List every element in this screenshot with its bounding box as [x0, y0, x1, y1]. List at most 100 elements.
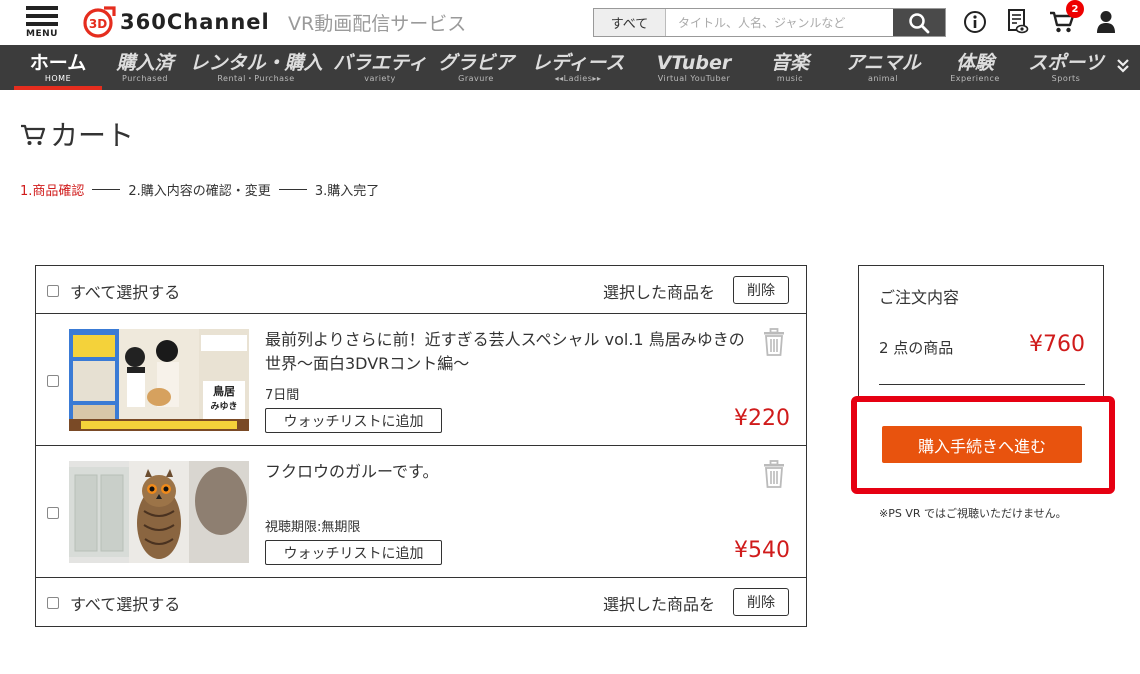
delete-selected-button[interactable]: 削除 — [733, 588, 789, 616]
cart-item: 鳥居 みゆき 最前列よりさらに前！近すぎる芸人スペシャル vol.1 鳥居みゆき… — [36, 314, 806, 446]
nav-item-animal[interactable]: アニマル animal — [836, 45, 930, 90]
item-price: ¥220 — [734, 406, 790, 431]
select-all-checkbox[interactable] — [47, 285, 59, 297]
checkout-steps: 1.商品確認 2.購入内容の確認・変更 3.購入完了 — [20, 180, 379, 199]
cart-icon — [21, 124, 46, 145]
comedy-thumbnail-image: 鳥居 みゆき — [69, 329, 249, 431]
search-scope-select[interactable]: すべて — [594, 9, 666, 36]
item-thumbnail[interactable] — [69, 461, 249, 563]
nav-item-sports[interactable]: スポーツ Sports — [1024, 45, 1108, 90]
nav-item-sub: music — [776, 74, 804, 83]
select-all-checkbox[interactable] — [47, 597, 59, 609]
psvr-notice: ※PS VR ではご視聴いただけません。 — [879, 507, 1067, 520]
nav-item-label: 購入済 — [116, 52, 174, 74]
step-3: 3.購入完了 — [314, 184, 380, 199]
selected-items-label: 選択した商品を — [603, 283, 716, 302]
search-input[interactable] — [666, 9, 893, 36]
summary-total-price: ¥760 — [1029, 332, 1085, 357]
watchlist-button[interactable] — [1005, 9, 1031, 35]
watchlist-icon — [1008, 9, 1029, 34]
page-title-text: カート — [50, 119, 135, 152]
select-all-label[interactable]: すべて選択する — [70, 279, 180, 303]
step-separator — [278, 189, 307, 190]
hamburger-bar — [26, 14, 58, 18]
hamburger-bar — [26, 22, 58, 26]
cart-count-badge: 2 — [1066, 0, 1084, 18]
nav-item-ladies[interactable]: レディース ◂◂Ladies▸▸ — [526, 45, 630, 90]
nav-item-sub: Gravure — [458, 74, 494, 83]
item-checkbox[interactable] — [47, 375, 59, 387]
item-checkbox[interactable] — [47, 507, 59, 519]
item-thumbnail[interactable]: 鳥居 みゆき — [69, 329, 249, 431]
logo-icon: 3D — [83, 6, 116, 38]
cart-header-row: すべて選択する 選択した商品を 削除 — [36, 266, 806, 314]
delete-selected-button[interactable]: 削除 — [733, 276, 789, 304]
cart-footer-row: すべて選択する 選択した商品を 削除 — [36, 578, 806, 626]
summary-divider — [879, 384, 1085, 385]
svg-text:みゆき: みゆき — [210, 401, 237, 412]
nav-item-label: VTuber — [656, 52, 732, 74]
svg-text:3D: 3D — [89, 17, 107, 31]
step-1: 1.商品確認 — [20, 184, 85, 199]
logo[interactable]: 3D 360Channel — [82, 6, 270, 38]
nav-active-indicator — [14, 86, 102, 90]
selected-items-label: 選択した商品を — [603, 595, 716, 614]
hamburger-icon — [26, 6, 58, 10]
summary-title: ご注文内容 — [879, 288, 960, 307]
nav-item-sub: HOME — [44, 74, 72, 83]
trash-icon[interactable] — [763, 460, 785, 488]
nav-item-gravure[interactable]: グラビア Gravure — [436, 45, 516, 90]
nav-item-label: スポーツ — [1028, 52, 1104, 74]
search-button[interactable] — [893, 9, 945, 36]
cart-list: すべて選択する 選択した商品を 削除 鳥居 みゆき 最前列よりさらに前！近すぎる… — [35, 265, 807, 627]
item-period: 視聴期限:無期限 — [265, 520, 361, 535]
item-period: 7日間 — [265, 388, 300, 403]
nav-item-music[interactable]: 音楽 music — [758, 45, 822, 90]
cart-item: フクロウのガルーです。 視聴期限:無期限 ウォッチリストに追加 ¥540 — [36, 446, 806, 578]
header: MENU 3D 360Channel VR動画配信サービス すべて タイトル、人… — [0, 0, 1140, 45]
search-icon — [909, 12, 930, 33]
info-button[interactable] — [962, 9, 988, 35]
nav-item-label: バラエティ — [333, 52, 427, 74]
trash-icon[interactable] — [763, 328, 785, 356]
page-title: カート — [20, 116, 134, 152]
item-title[interactable]: 最前列よりさらに前！近すぎる芸人スペシャル vol.1 鳥居みゆきの世界～面白3… — [265, 328, 745, 376]
step-separator — [92, 189, 121, 190]
item-price: ¥540 — [734, 538, 790, 563]
nav-item-sub: Sports — [1051, 74, 1081, 83]
nav-item-label: レンタル・購入 — [189, 52, 323, 74]
add-to-watchlist-button[interactable]: ウォッチリストに追加 — [265, 408, 442, 433]
order-summary: ご注文内容 2 点の商品 ¥760 — [858, 265, 1104, 397]
nav-item-vtuber[interactable]: VTuber Virtual YouTuber — [642, 45, 746, 90]
tagline: VR動画配信サービス — [288, 13, 467, 35]
nav-item-sub: variety — [364, 74, 396, 83]
select-all-label[interactable]: すべて選択する — [70, 591, 180, 615]
step-2: 2.購入内容の確認・変更 — [128, 184, 271, 199]
owl-thumbnail-image — [69, 461, 249, 563]
nav-item-variety[interactable]: バラエティ variety — [330, 45, 430, 90]
nav-item-experience[interactable]: 体験 Experience — [940, 45, 1010, 90]
info-icon — [964, 11, 986, 33]
item-title[interactable]: フクロウのガルーです。 — [265, 460, 745, 484]
nav-item-sub: Virtual YouTuber — [657, 74, 731, 83]
nav-item-sub: ◂◂Ladies▸▸ — [554, 74, 602, 83]
chevron-down-icon[interactable] — [1116, 58, 1130, 74]
menu-button[interactable]: MENU — [26, 6, 62, 42]
nav-item-rental[interactable]: レンタル・購入 Rental・Purchase — [189, 45, 323, 90]
nav-item-purchased[interactable]: 購入済 Purchased — [108, 45, 182, 90]
nav-item-label: 体験 — [955, 52, 994, 74]
add-to-watchlist-button[interactable]: ウォッチリストに追加 — [265, 540, 442, 565]
nav-item-label: ホーム — [29, 52, 87, 74]
summary-item-count: 2 点の商品 — [879, 339, 954, 357]
menu-label: MENU — [26, 29, 58, 39]
account-button[interactable] — [1093, 9, 1119, 35]
svg-text:鳥居: 鳥居 — [213, 384, 235, 398]
nav-item-sub: Purchased — [122, 74, 168, 83]
user-icon — [1097, 11, 1115, 33]
nav-item-label: レディース — [531, 52, 625, 74]
nav-item-label: アニマル — [845, 52, 921, 74]
checkout-button[interactable]: 購入手続きへ進む — [882, 426, 1082, 463]
nav-item-home[interactable]: ホーム HOME — [14, 45, 102, 90]
nav-item-label: 音楽 — [770, 52, 809, 74]
search-bar: すべて — [593, 8, 946, 37]
